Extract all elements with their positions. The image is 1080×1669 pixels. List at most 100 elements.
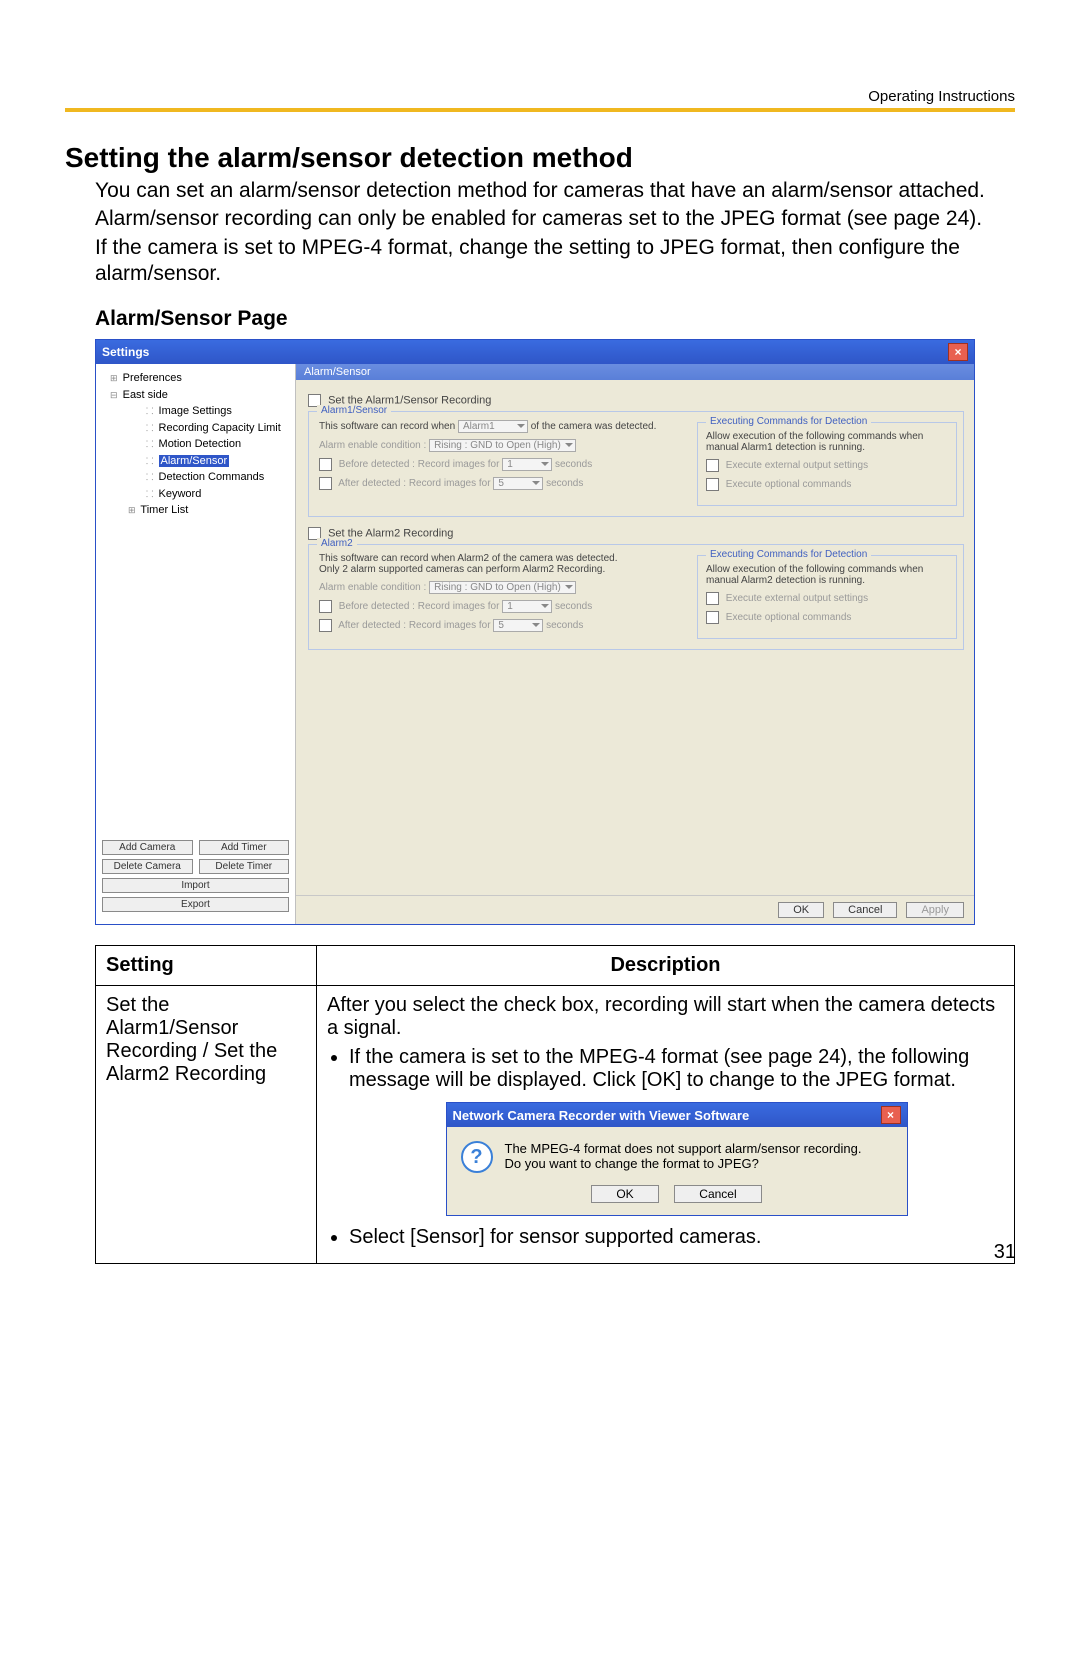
alarm1-record-post: of the camera was detected. <box>531 421 657 432</box>
table-r1c1: Set the Alarm1/Sensor Recording / Set th… <box>96 986 317 1264</box>
dialog-line2: Do you want to change the format to JPEG… <box>505 1156 862 1171</box>
alarm1-exec-c1-label: Execute external output settings <box>726 460 868 471</box>
alarm1-after-label: After detected : Record images for <box>338 478 490 489</box>
table-r1-b2: Select [Sensor] for sensor supported cam… <box>349 1226 761 1248</box>
alarm1-before-sec: seconds <box>555 459 592 470</box>
alarm2-after-sec: seconds <box>546 620 583 631</box>
delete-camera-button[interactable]: Delete Camera <box>102 859 193 874</box>
alarm2-after-checkbox[interactable] <box>319 619 332 632</box>
alarm1-exec-c1-checkbox[interactable] <box>706 459 719 472</box>
expand-icon[interactable]: ⊟ <box>110 390 118 400</box>
dialog-cancel-button[interactable]: Cancel <box>674 1185 761 1203</box>
alarm2-enable-dropdown[interactable]: Rising : GND to Open (High) <box>429 581 576 594</box>
alarm2-exec-legend: Executing Commands for Detection <box>706 549 871 560</box>
cancel-button[interactable]: Cancel <box>833 902 897 918</box>
bullet-icon: ⸬ <box>146 489 153 499</box>
sidebar: ⊞ Preferences⊟ East side⸬ Image Settings… <box>96 364 296 924</box>
add-camera-button[interactable]: Add Camera <box>102 840 193 855</box>
table-r1-lead: After you select the check box, recordin… <box>327 994 995 1039</box>
alarm1-before-val[interactable]: 1 <box>502 458 552 471</box>
dialog-line1: The MPEG-4 format does not support alarm… <box>505 1141 862 1156</box>
window-title: Settings <box>102 345 149 359</box>
bullet-icon: ⸬ <box>146 439 153 449</box>
question-icon: ? <box>461 1141 493 1173</box>
window-titlebar: Settings × <box>96 340 974 364</box>
content-pane: Alarm/Sensor Set the Alarm1/Sensor Recor… <box>296 364 974 924</box>
mpeg4-dialog: Network Camera Recorder with Viewer Soft… <box>446 1102 908 1216</box>
table-r1c2: After you select the check box, recordin… <box>317 986 1015 1264</box>
tree-item[interactable]: ⸬ Keyword <box>106 486 295 503</box>
tree-item[interactable]: ⸬ Image Settings <box>106 403 295 420</box>
alarm1-before-checkbox[interactable] <box>319 458 332 471</box>
ok-button[interactable]: OK <box>778 902 824 918</box>
bullet-icon: ⸬ <box>146 423 153 433</box>
alarm2-before-label: Before detected : Record images for <box>339 601 500 612</box>
dialog-ok-button[interactable]: OK <box>591 1185 658 1203</box>
page-title: Setting the alarm/sensor detection metho… <box>65 142 1015 174</box>
bullet-icon: ⸬ <box>146 456 153 466</box>
alarm1-after-val[interactable]: 5 <box>493 477 543 490</box>
apply-button[interactable]: Apply <box>906 902 964 918</box>
tree-item[interactable]: ⊞ Preferences <box>106 370 295 387</box>
content-title: Alarm/Sensor <box>296 364 974 380</box>
alarm2-exec-c1-label: Execute external output settings <box>726 593 868 604</box>
alarm2-record-l2: Only 2 alarm supported cameras can perfo… <box>319 564 685 575</box>
window-footer: OK Cancel Apply <box>296 895 974 924</box>
export-button[interactable]: Export <box>102 897 289 912</box>
page-number: 31 <box>994 1241 1016 1264</box>
alarm1-enable-dropdown[interactable]: Rising : GND to Open (High) <box>429 439 576 452</box>
alarm2-before-val[interactable]: 1 <box>502 600 552 613</box>
alarm2-before-sec: seconds <box>555 601 592 612</box>
alarm1-after-sec: seconds <box>546 478 583 489</box>
intro-p3: If the camera is set to MPEG-4 format, c… <box>95 235 1015 288</box>
alarm1-source-dropdown[interactable]: Alarm1 <box>458 420 528 433</box>
header-divider <box>65 108 1015 112</box>
alarm1-enable-label: Alarm enable condition : <box>319 440 426 451</box>
tree-item[interactable]: ⸬ Recording Capacity Limit <box>106 420 295 437</box>
alarm1-exec-c2-checkbox[interactable] <box>706 478 719 491</box>
subhead: Alarm/Sensor Page <box>95 307 1015 331</box>
alarm2-after-label: After detected : Record images for <box>338 620 490 631</box>
bullet-icon: ⸬ <box>146 406 153 416</box>
alarm2-legend: Alarm2 <box>317 538 357 549</box>
delete-timer-button[interactable]: Delete Timer <box>199 859 290 874</box>
bullet-icon: ⸬ <box>146 472 153 482</box>
tree-item[interactable]: ⊟ East side <box>106 387 295 404</box>
alarm2-before-checkbox[interactable] <box>319 600 332 613</box>
table-h2: Description <box>317 946 1015 986</box>
alarm1-exec-c2-label: Execute optional commands <box>726 479 852 490</box>
alarm1-after-checkbox[interactable] <box>319 477 332 490</box>
dialog-close-icon[interactable]: × <box>881 1106 901 1124</box>
header-right: Operating Instructions <box>868 88 1015 105</box>
settings-window: Settings × ⊞ Preferences⊟ East side⸬ Ima… <box>95 339 975 925</box>
intro-p1: You can set an alarm/sensor detection me… <box>95 178 1015 204</box>
alarm2-after-val[interactable]: 5 <box>493 619 543 632</box>
alarm1-legend: Alarm1/Sensor <box>317 405 391 416</box>
alarm2-fieldset: Alarm2 This software can record when Ala… <box>308 544 964 650</box>
import-button[interactable]: Import <box>102 878 289 893</box>
alarm2-exec-c2-label: Execute optional commands <box>726 612 852 623</box>
dialog-title: Network Camera Recorder with Viewer Soft… <box>453 1108 750 1123</box>
alarm1-exec-legend: Executing Commands for Detection <box>706 416 871 427</box>
alarm2-exec-c1-checkbox[interactable] <box>706 592 719 605</box>
add-timer-button[interactable]: Add Timer <box>199 840 290 855</box>
tree-item[interactable]: ⸬ Detection Commands <box>106 469 295 486</box>
expand-icon[interactable]: ⊞ <box>110 373 118 383</box>
alarm2-record-l1: This software can record when Alarm2 of … <box>319 553 685 564</box>
alarm1-exec-desc: Allow execution of the following command… <box>706 431 948 453</box>
alarm2-enable-label: Alarm enable condition : <box>319 582 426 593</box>
tree: ⊞ Preferences⊟ East side⸬ Image Settings… <box>96 370 295 834</box>
close-icon[interactable]: × <box>948 343 968 361</box>
tree-item[interactable]: ⸬ Motion Detection <box>106 436 295 453</box>
alarm1-record-pre: This software can record when <box>319 421 455 432</box>
alarm1-before-label: Before detected : Record images for <box>339 459 500 470</box>
tree-item[interactable]: ⊞ Timer List <box>106 502 295 519</box>
alarm1-fieldset: Alarm1/Sensor This software can record w… <box>308 411 964 517</box>
alarm2-exec-c2-checkbox[interactable] <box>706 611 719 624</box>
table-r1-b1: If the camera is set to the MPEG-4 forma… <box>349 1046 969 1091</box>
alarm1-exec-fieldset: Executing Commands for Detection Allow e… <box>697 422 957 506</box>
tree-item[interactable]: ⸬ Alarm/Sensor <box>106 453 295 470</box>
expand-icon[interactable]: ⊞ <box>128 505 136 515</box>
intro-p2: Alarm/sensor recording can only be enabl… <box>95 206 1015 232</box>
alarm2-exec-desc: Allow execution of the following command… <box>706 564 948 586</box>
